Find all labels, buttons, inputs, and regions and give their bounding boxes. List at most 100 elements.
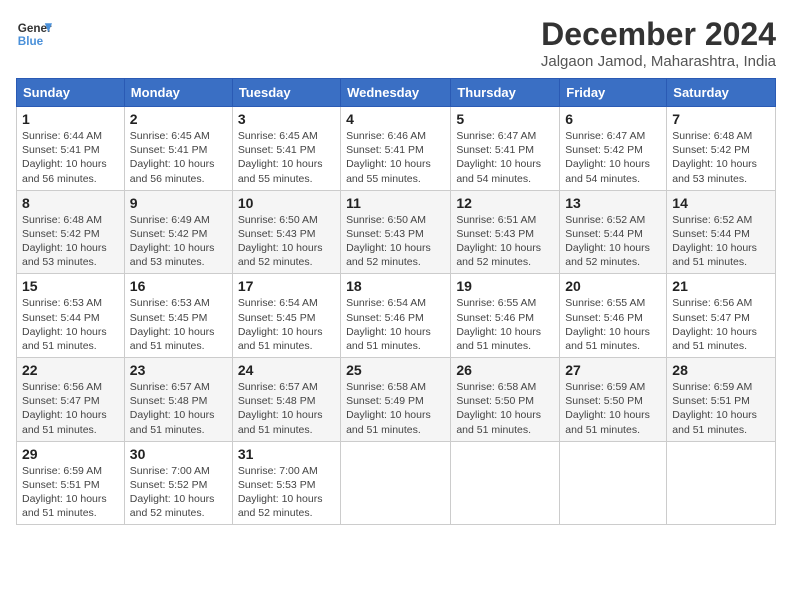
day-number: 22	[22, 362, 119, 378]
day-number: 19	[456, 278, 554, 294]
table-row: 5 Sunrise: 6:47 AMSunset: 5:41 PMDayligh…	[451, 107, 560, 191]
table-row: 18 Sunrise: 6:54 AMSunset: 5:46 PMDaylig…	[341, 274, 451, 358]
header-wednesday: Wednesday	[341, 79, 451, 107]
day-info: Sunrise: 7:00 AMSunset: 5:52 PMDaylight:…	[130, 464, 227, 521]
day-number: 7	[672, 111, 770, 127]
day-info: Sunrise: 6:56 AMSunset: 5:47 PMDaylight:…	[22, 380, 119, 437]
table-row: 26 Sunrise: 6:58 AMSunset: 5:50 PMDaylig…	[451, 358, 560, 442]
table-row: 14 Sunrise: 6:52 AMSunset: 5:44 PMDaylig…	[667, 190, 776, 274]
logo: General Blue	[16, 16, 52, 52]
table-row: 2 Sunrise: 6:45 AMSunset: 5:41 PMDayligh…	[124, 107, 232, 191]
calendar-header-row: Sunday Monday Tuesday Wednesday Thursday…	[17, 79, 776, 107]
day-info: Sunrise: 6:46 AMSunset: 5:41 PMDaylight:…	[346, 129, 445, 186]
day-info: Sunrise: 6:59 AMSunset: 5:51 PMDaylight:…	[22, 464, 119, 521]
day-number: 8	[22, 195, 119, 211]
table-row	[667, 441, 776, 525]
page-title: December 2024	[541, 16, 776, 53]
day-info: Sunrise: 6:48 AMSunset: 5:42 PMDaylight:…	[22, 213, 119, 270]
table-row: 9 Sunrise: 6:49 AMSunset: 5:42 PMDayligh…	[124, 190, 232, 274]
calendar-table: Sunday Monday Tuesday Wednesday Thursday…	[16, 78, 776, 525]
logo-icon: General Blue	[16, 16, 52, 52]
day-number: 24	[238, 362, 335, 378]
day-number: 13	[565, 195, 661, 211]
header-thursday: Thursday	[451, 79, 560, 107]
day-number: 6	[565, 111, 661, 127]
day-number: 5	[456, 111, 554, 127]
header: General Blue December 2024 Jalgaon Jamod…	[16, 16, 776, 70]
table-row: 10 Sunrise: 6:50 AMSunset: 5:43 PMDaylig…	[232, 190, 340, 274]
table-row: 30 Sunrise: 7:00 AMSunset: 5:52 PMDaylig…	[124, 441, 232, 525]
day-info: Sunrise: 6:54 AMSunset: 5:46 PMDaylight:…	[346, 296, 445, 353]
table-row: 17 Sunrise: 6:54 AMSunset: 5:45 PMDaylig…	[232, 274, 340, 358]
table-row: 3 Sunrise: 6:45 AMSunset: 5:41 PMDayligh…	[232, 107, 340, 191]
day-info: Sunrise: 6:52 AMSunset: 5:44 PMDaylight:…	[565, 213, 661, 270]
table-row: 21 Sunrise: 6:56 AMSunset: 5:47 PMDaylig…	[667, 274, 776, 358]
table-row: 28 Sunrise: 6:59 AMSunset: 5:51 PMDaylig…	[667, 358, 776, 442]
table-row: 31 Sunrise: 7:00 AMSunset: 5:53 PMDaylig…	[232, 441, 340, 525]
table-row: 8 Sunrise: 6:48 AMSunset: 5:42 PMDayligh…	[17, 190, 125, 274]
table-row: 11 Sunrise: 6:50 AMSunset: 5:43 PMDaylig…	[341, 190, 451, 274]
day-info: Sunrise: 6:53 AMSunset: 5:44 PMDaylight:…	[22, 296, 119, 353]
day-number: 28	[672, 362, 770, 378]
table-row: 7 Sunrise: 6:48 AMSunset: 5:42 PMDayligh…	[667, 107, 776, 191]
day-info: Sunrise: 6:50 AMSunset: 5:43 PMDaylight:…	[238, 213, 335, 270]
day-number: 4	[346, 111, 445, 127]
table-row: 4 Sunrise: 6:46 AMSunset: 5:41 PMDayligh…	[341, 107, 451, 191]
table-row: 13 Sunrise: 6:52 AMSunset: 5:44 PMDaylig…	[560, 190, 667, 274]
svg-text:Blue: Blue	[18, 35, 44, 48]
day-number: 14	[672, 195, 770, 211]
day-info: Sunrise: 6:47 AMSunset: 5:41 PMDaylight:…	[456, 129, 554, 186]
table-row: 27 Sunrise: 6:59 AMSunset: 5:50 PMDaylig…	[560, 358, 667, 442]
page-subtitle: Jalgaon Jamod, Maharashtra, India	[541, 53, 776, 70]
day-info: Sunrise: 6:59 AMSunset: 5:51 PMDaylight:…	[672, 380, 770, 437]
day-info: Sunrise: 6:56 AMSunset: 5:47 PMDaylight:…	[672, 296, 770, 353]
calendar-week-row: 29 Sunrise: 6:59 AMSunset: 5:51 PMDaylig…	[17, 441, 776, 525]
day-info: Sunrise: 6:53 AMSunset: 5:45 PMDaylight:…	[130, 296, 227, 353]
day-info: Sunrise: 6:45 AMSunset: 5:41 PMDaylight:…	[238, 129, 335, 186]
header-sunday: Sunday	[17, 79, 125, 107]
table-row: 12 Sunrise: 6:51 AMSunset: 5:43 PMDaylig…	[451, 190, 560, 274]
table-row: 15 Sunrise: 6:53 AMSunset: 5:44 PMDaylig…	[17, 274, 125, 358]
calendar-week-row: 22 Sunrise: 6:56 AMSunset: 5:47 PMDaylig…	[17, 358, 776, 442]
table-row: 25 Sunrise: 6:58 AMSunset: 5:49 PMDaylig…	[341, 358, 451, 442]
day-info: Sunrise: 7:00 AMSunset: 5:53 PMDaylight:…	[238, 464, 335, 521]
title-area: December 2024 Jalgaon Jamod, Maharashtra…	[541, 16, 776, 70]
table-row: 20 Sunrise: 6:55 AMSunset: 5:46 PMDaylig…	[560, 274, 667, 358]
table-row	[341, 441, 451, 525]
day-info: Sunrise: 6:58 AMSunset: 5:50 PMDaylight:…	[456, 380, 554, 437]
header-friday: Friday	[560, 79, 667, 107]
day-info: Sunrise: 6:50 AMSunset: 5:43 PMDaylight:…	[346, 213, 445, 270]
table-row: 29 Sunrise: 6:59 AMSunset: 5:51 PMDaylig…	[17, 441, 125, 525]
day-number: 17	[238, 278, 335, 294]
day-info: Sunrise: 6:57 AMSunset: 5:48 PMDaylight:…	[238, 380, 335, 437]
day-number: 25	[346, 362, 445, 378]
day-info: Sunrise: 6:55 AMSunset: 5:46 PMDaylight:…	[565, 296, 661, 353]
day-info: Sunrise: 6:57 AMSunset: 5:48 PMDaylight:…	[130, 380, 227, 437]
day-info: Sunrise: 6:49 AMSunset: 5:42 PMDaylight:…	[130, 213, 227, 270]
day-number: 11	[346, 195, 445, 211]
table-row: 22 Sunrise: 6:56 AMSunset: 5:47 PMDaylig…	[17, 358, 125, 442]
day-number: 15	[22, 278, 119, 294]
calendar-week-row: 8 Sunrise: 6:48 AMSunset: 5:42 PMDayligh…	[17, 190, 776, 274]
day-info: Sunrise: 6:55 AMSunset: 5:46 PMDaylight:…	[456, 296, 554, 353]
table-row: 19 Sunrise: 6:55 AMSunset: 5:46 PMDaylig…	[451, 274, 560, 358]
day-info: Sunrise: 6:51 AMSunset: 5:43 PMDaylight:…	[456, 213, 554, 270]
day-number: 16	[130, 278, 227, 294]
table-row: 24 Sunrise: 6:57 AMSunset: 5:48 PMDaylig…	[232, 358, 340, 442]
header-saturday: Saturday	[667, 79, 776, 107]
day-number: 3	[238, 111, 335, 127]
day-number: 9	[130, 195, 227, 211]
day-number: 2	[130, 111, 227, 127]
day-info: Sunrise: 6:54 AMSunset: 5:45 PMDaylight:…	[238, 296, 335, 353]
day-number: 27	[565, 362, 661, 378]
header-monday: Monday	[124, 79, 232, 107]
table-row: 23 Sunrise: 6:57 AMSunset: 5:48 PMDaylig…	[124, 358, 232, 442]
day-number: 31	[238, 446, 335, 462]
day-info: Sunrise: 6:44 AMSunset: 5:41 PMDaylight:…	[22, 129, 119, 186]
day-info: Sunrise: 6:59 AMSunset: 5:50 PMDaylight:…	[565, 380, 661, 437]
day-number: 29	[22, 446, 119, 462]
day-info: Sunrise: 6:48 AMSunset: 5:42 PMDaylight:…	[672, 129, 770, 186]
table-row: 1 Sunrise: 6:44 AMSunset: 5:41 PMDayligh…	[17, 107, 125, 191]
table-row: 6 Sunrise: 6:47 AMSunset: 5:42 PMDayligh…	[560, 107, 667, 191]
day-number: 1	[22, 111, 119, 127]
